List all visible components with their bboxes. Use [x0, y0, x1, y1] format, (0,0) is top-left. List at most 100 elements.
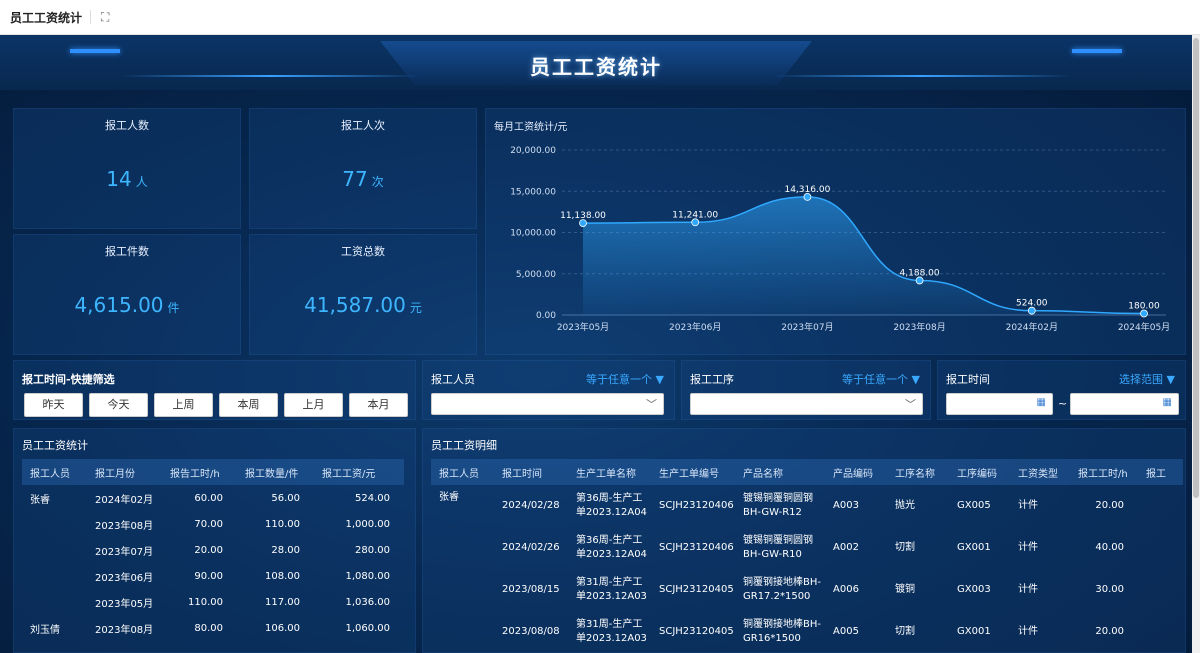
table-cell: 计件 — [1018, 500, 1038, 511]
table-cell: 铜覆钢接地棒BH-GR16*1500 — [743, 619, 821, 644]
time-filter-card: 报工时间 选择范围 ▼ ▦ ~ ▦ — [937, 360, 1186, 420]
table-cell: 镀锡铜覆铜圆钢BH-GW-R12 — [743, 493, 813, 518]
kpi-label: 工资总数 — [341, 245, 385, 258]
table-row[interactable]: 张睿 2024年02月 60.00 56.00 524.00 — [22, 485, 404, 511]
caret-down-icon: ▼ — [655, 373, 664, 386]
column-header[interactable]: 报工数量/件 — [237, 459, 314, 485]
table-cell: SCJH23120405 — [659, 584, 734, 595]
summary-table: 报工人员 报工月份 报告工时/h 报工数量/件 报工工资/元 张睿 2024年02月 60.… — [22, 459, 404, 641]
column-header[interactable]: 报告工时/h — [162, 459, 237, 485]
summary-table-card: 员工工资统计 报工人员 报工月份 报告工时/h 报工数量/件 报工工资/元 张睿 2024… — [13, 428, 416, 653]
table-cell: 70.00 — [194, 518, 223, 530]
column-header[interactable]: 报工人员 — [431, 459, 494, 485]
fullscreen-icon[interactable]: ⛶ — [101, 10, 109, 25]
table-row[interactable]: 2023年05月 110.00 117.00 1,036.00 — [22, 589, 404, 615]
table-cell — [431, 569, 494, 611]
table-cell: 镀锡铜覆铜圆钢BH-GW-R10 — [743, 535, 813, 560]
table-cell: 110.00 — [188, 596, 223, 608]
table-cell: A002 — [833, 542, 859, 553]
quick-btn-last-week[interactable]: 上周 — [154, 393, 213, 417]
process-select[interactable]: ﹀ — [690, 393, 923, 415]
detail-table: 报工人员 报工时间 生产工单名称 生产工单编号 产品名称 产品编码 工序名称 工序编码 工资类型… — [431, 459, 1183, 653]
start-date-input[interactable]: ▦ — [946, 393, 1053, 415]
caret-down-icon: ▼ — [911, 373, 920, 386]
staff-filter-operator[interactable]: 等于任意一个 ▼ — [586, 371, 664, 387]
kpi-card-total-wage: 工资总数 41,587.00 元 — [249, 234, 477, 355]
table-cell: 60.00 — [194, 492, 223, 504]
tab-divider — [90, 10, 92, 24]
table-cell: SCJH23120406 — [659, 500, 734, 511]
table-cell: A003 — [833, 500, 859, 511]
table-row[interactable]: 2023年07月 20.00 28.00 280.00 — [22, 537, 404, 563]
column-header[interactable]: 报工人员 — [22, 459, 87, 485]
table-cell: 张睿 — [439, 492, 459, 503]
table-cell: 108.00 — [265, 570, 300, 582]
column-header[interactable]: 生产工单编号 — [651, 459, 735, 485]
table-cell: 1,060.00 — [345, 622, 390, 634]
column-header[interactable]: 报工时间 — [494, 459, 568, 485]
column-header[interactable]: 报工 — [1138, 459, 1183, 485]
column-header[interactable]: 报工工资/元 — [314, 459, 404, 485]
detail-table-header: 报工人员 报工时间 生产工单名称 生产工单编号 产品名称 产品编码 工序名称 工序编码 工资类型… — [431, 459, 1183, 485]
column-header[interactable]: 报工工时/h — [1070, 459, 1138, 485]
y-tick-label: 10,000.00 — [510, 229, 556, 239]
table-row[interactable]: 2023/08/08 第31周-生产工单2023.12A03 SCJH2312040… — [431, 611, 1183, 653]
table-cell: 80.00 — [194, 622, 223, 634]
table-cell: 117.00 — [265, 596, 300, 608]
table-row[interactable]: 2024/02/26 第36周-生产工单2023.12A04 SCJH2312040… — [431, 527, 1183, 569]
table-cell: GX003 — [957, 584, 991, 595]
table-row[interactable]: 2023年06月 90.00 108.00 1,080.00 — [22, 563, 404, 589]
page-scrollbar-thumb[interactable] — [1193, 38, 1199, 498]
column-header[interactable]: 生产工单名称 — [568, 459, 651, 485]
tab-title[interactable]: 员工工资统计 — [0, 9, 82, 26]
table-cell: 2024/02/28 — [502, 500, 560, 511]
quick-btn-last-month[interactable]: 上月 — [284, 393, 343, 417]
table-cell: 56.00 — [271, 492, 300, 504]
table-cell: 40.00 — [1095, 542, 1124, 553]
y-tick-label: 15,000.00 — [510, 187, 556, 197]
column-header[interactable]: 工资类型 — [1010, 459, 1070, 485]
table-cell: SCJH23120405 — [659, 626, 734, 637]
table-cell: 镀铜 — [895, 584, 915, 595]
time-filter-operator[interactable]: 选择范围 ▼ — [1119, 371, 1175, 387]
column-header[interactable]: 工序编码 — [949, 459, 1010, 485]
table-cell: 第31周-生产工单2023.12A03 — [576, 577, 647, 602]
table-cell: 第36周-生产工单2023.12A04 — [576, 535, 647, 560]
column-header[interactable]: 产品名称 — [735, 459, 825, 485]
table-cell: 524.00 — [355, 492, 390, 504]
dashboard: 员工工资统计 报工人数 14 人 报工人次 77 次 报工件数 4,615.00 件 … — [0, 35, 1192, 653]
x-tick-label: 2023年05月 — [557, 321, 609, 333]
monthly-wage-chart-card: 每月工资统计/元 0.00 5,000.00 10,000.00 15,000.00 2… — [485, 108, 1186, 355]
quick-btn-this-month[interactable]: 本月 — [349, 393, 408, 417]
kpi-card-report-times: 报工人次 77 次 — [249, 108, 477, 229]
y-tick-label: 0.00 — [536, 311, 556, 321]
table-row[interactable]: 刘玉倩 2023年08月 80.00 106.00 1,060.00 — [22, 615, 404, 641]
staff-select[interactable]: ﹀ — [431, 393, 664, 415]
table-cell: GX001 — [957, 626, 991, 637]
table-cell — [431, 611, 494, 653]
kpi-card-staff-count: 报工人数 14 人 — [13, 108, 241, 229]
data-label: 11,241.00 — [672, 210, 718, 220]
table-row[interactable]: 张睿 2024/02/28 第36周-生产工单2023.12A04 SCJH23120… — [431, 485, 1183, 527]
table-cell: 2023/08/15 — [502, 584, 560, 595]
quick-btn-this-week[interactable]: 本周 — [219, 393, 278, 417]
column-header[interactable]: 报工月份 — [87, 459, 162, 485]
table-row[interactable]: 2023年08月 70.00 110.00 1,000.00 — [22, 511, 404, 537]
quick-btn-yesterday[interactable]: 昨天 — [24, 393, 83, 417]
series-area — [583, 196, 1144, 315]
table-cell: 28.00 — [271, 544, 300, 556]
table-cell: 计件 — [1018, 626, 1038, 637]
table-row[interactable]: 2023/08/15 第31周-生产工单2023.12A03 SCJH2312040… — [431, 569, 1183, 611]
column-header[interactable]: 工序名称 — [887, 459, 949, 485]
caret-down-icon: ▼ — [1166, 373, 1175, 386]
column-header[interactable]: 产品编码 — [825, 459, 887, 485]
end-date-input[interactable]: ▦ — [1070, 393, 1179, 415]
table-cell: 20.00 — [194, 544, 223, 556]
table-cell — [22, 563, 87, 589]
process-filter-operator[interactable]: 等于任意一个 ▼ — [842, 371, 920, 387]
table-cell: 2023年08月 — [95, 624, 154, 636]
table-cell: 1,080.00 — [345, 570, 390, 582]
quick-btn-today[interactable]: 今天 — [89, 393, 148, 417]
table-cell: 2023年08月 — [95, 520, 154, 532]
x-tick-label: 2023年07月 — [781, 321, 833, 333]
